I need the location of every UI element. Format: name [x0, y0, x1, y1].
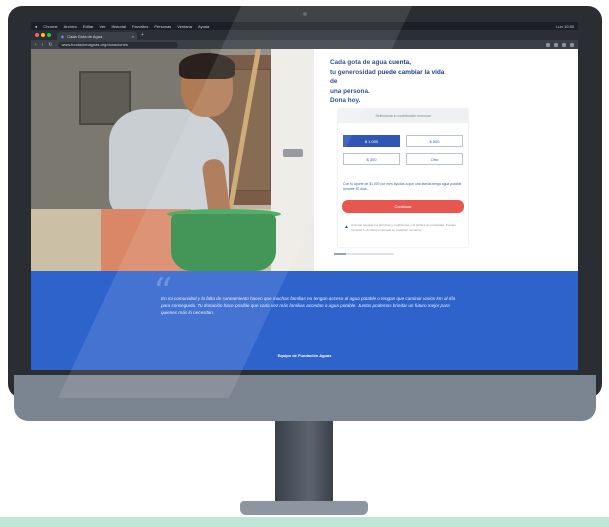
close-window-button[interactable]: [35, 33, 39, 37]
webcam-icon: [303, 12, 307, 16]
menubar-clock: Lun 10:30: [556, 23, 574, 29]
tab-title: Cada Gota de Agua: [67, 33, 103, 39]
carousel-indicator-active: [334, 253, 346, 255]
testimonial-author: Equipo de Fundación Aguas: [277, 353, 332, 358]
legal-text: Al donar aceptas los términos y condicio…: [351, 223, 456, 232]
menu-item[interactable]: Archivo: [64, 24, 77, 29]
amount-option-300[interactable]: $ 300: [343, 153, 400, 165]
web-page: Cada gota de agua cuenta, tu generosidad…: [31, 49, 578, 370]
browser-tab[interactable]: ◆ Cada Gota de Agua ×: [57, 32, 137, 40]
amount-option-500[interactable]: $ 500: [406, 135, 463, 147]
menu-item[interactable]: Editar: [83, 24, 93, 29]
extension-icon[interactable]: [554, 42, 558, 47]
menu-item[interactable]: Personas: [154, 24, 171, 29]
carousel-indicator: [334, 253, 394, 255]
donation-card: Selecciona tu contribución mensual $ 1.0…: [338, 109, 468, 247]
favicon-icon: ◆: [61, 33, 65, 39]
forward-icon[interactable]: ›: [42, 42, 44, 48]
amount-option-other[interactable]: Otro: [406, 153, 463, 165]
menu-item[interactable]: Historial: [111, 24, 125, 29]
hero-photo: [31, 49, 314, 271]
new-tab-icon[interactable]: +: [141, 32, 144, 38]
photo-boy-hair: [179, 53, 235, 79]
os-menubar: ● Chrome Archivo Editar Ver Historial Fa…: [31, 22, 578, 30]
continue-button[interactable]: Continuar: [342, 200, 464, 213]
back-icon[interactable]: ‹: [35, 42, 37, 48]
menu-item[interactable]: Ver: [99, 24, 105, 29]
close-tab-icon[interactable]: ×: [132, 34, 134, 39]
bottom-strip: [0, 517, 609, 527]
photo-white-wall: [271, 49, 314, 271]
profile-icon[interactable]: [570, 42, 574, 47]
menu-item[interactable]: Ayuda: [198, 24, 209, 29]
browser-tabbar: ◆ Cada Gota de Agua × +: [31, 30, 578, 40]
screen: ● Chrome Archivo Editar Ver Historial Fa…: [31, 22, 578, 370]
photo-bucket: [171, 214, 276, 271]
monitor-stand-neck: [275, 421, 333, 503]
donation-impact-note: Con tu aporte de $1.000 por mes ayudas a…: [343, 182, 462, 191]
amount-option-1000[interactable]: $ 1.000: [343, 135, 400, 147]
water-tap-icon: [283, 149, 303, 157]
url-field[interactable]: www.fundacionaguas.org/donaciones: [57, 41, 178, 48]
apple-icon[interactable]: ●: [35, 24, 37, 29]
testimonial-text: En mi comunidad y la falta de saneamient…: [161, 296, 456, 315]
maximize-window-button[interactable]: [47, 33, 51, 37]
url-text: www.fundacionaguas.org/donaciones: [61, 42, 128, 47]
menu-item[interactable]: Chrome: [43, 24, 57, 29]
address-bar: ‹ › ↻ www.fundacionaguas.org/donaciones: [31, 40, 578, 49]
window-controls: [35, 30, 51, 40]
menu-item[interactable]: Favoritos: [132, 24, 148, 29]
donation-headline: Cada gota de agua cuenta, tu generosidad…: [330, 59, 445, 104]
menu-item[interactable]: Ventana: [177, 24, 192, 29]
monitor-stand-base: [240, 501, 368, 515]
testimonial-band: “ En mi comunidad y la falta de saneamie…: [31, 271, 578, 370]
donation-panel: Cada gota de agua cuenta, tu generosidad…: [314, 49, 578, 271]
browser-extensions: [546, 42, 574, 47]
reload-icon[interactable]: ↻: [48, 42, 52, 48]
extension-icon[interactable]: [546, 42, 550, 47]
monitor-chin: [14, 375, 596, 421]
card-header: Selecciona tu contribución mensual: [338, 109, 468, 123]
minimize-window-button[interactable]: [41, 33, 45, 37]
lock-icon: ▲: [344, 224, 349, 230]
extension-icon[interactable]: [562, 42, 566, 47]
